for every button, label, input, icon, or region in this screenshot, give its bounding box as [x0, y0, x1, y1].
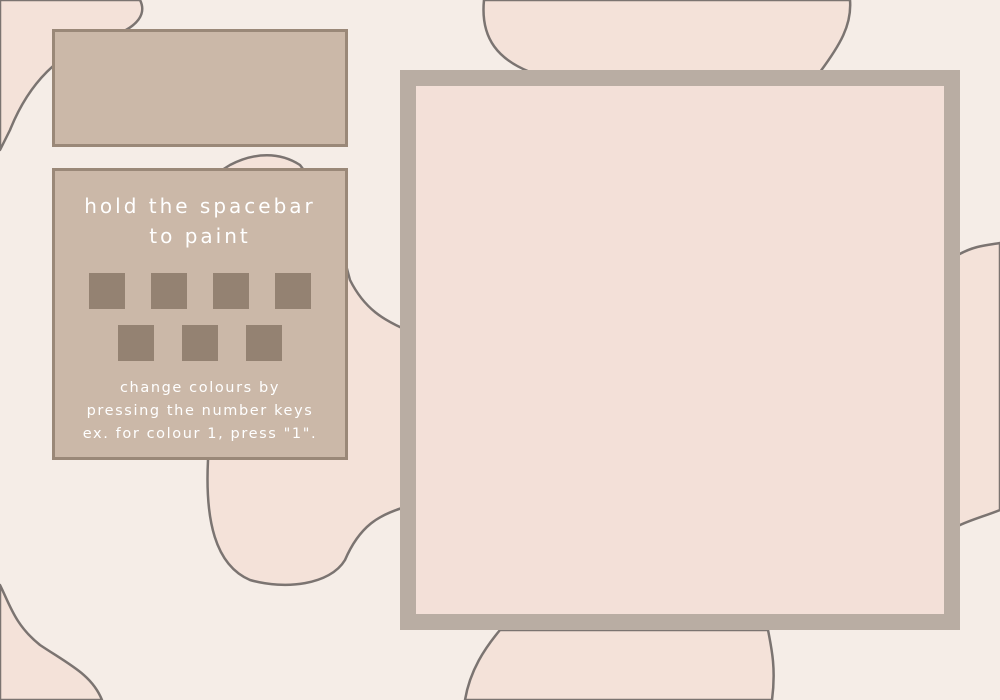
- colour-key-hint: change colours by pressing the number ke…: [55, 377, 345, 446]
- heading-line-1: hold the spacebar: [84, 194, 316, 218]
- blob-bottom-center: [463, 628, 775, 700]
- colour-swatch-2[interactable]: [151, 273, 187, 309]
- colour-swatch-6[interactable]: [182, 325, 218, 361]
- blob-bottom-left: [0, 583, 104, 700]
- palette-row-1: [55, 273, 345, 309]
- blob-top-center: [482, 0, 852, 74]
- canvas-frame: [400, 70, 960, 630]
- colour-swatch-3[interactable]: [213, 273, 249, 309]
- hint-line-1: change colours by: [119, 380, 280, 396]
- heading-line-2: to paint: [149, 224, 251, 248]
- hint-line-2: pressing the number keys: [86, 403, 314, 419]
- colour-swatch-4[interactable]: [275, 273, 311, 309]
- blob-right: [956, 241, 1000, 528]
- title-box: [52, 29, 348, 147]
- colour-swatch-7[interactable]: [246, 325, 282, 361]
- colour-swatch-5[interactable]: [118, 325, 154, 361]
- hint-line-3: ex. for colour 1, press "1".: [82, 426, 318, 442]
- colour-swatch-1[interactable]: [89, 273, 125, 309]
- paint-canvas[interactable]: [416, 86, 944, 614]
- instruction-heading: hold the spacebar to paint: [65, 191, 335, 251]
- instruction-panel: hold the spacebar to paint change colour…: [52, 168, 348, 460]
- palette-row-2: [55, 325, 345, 361]
